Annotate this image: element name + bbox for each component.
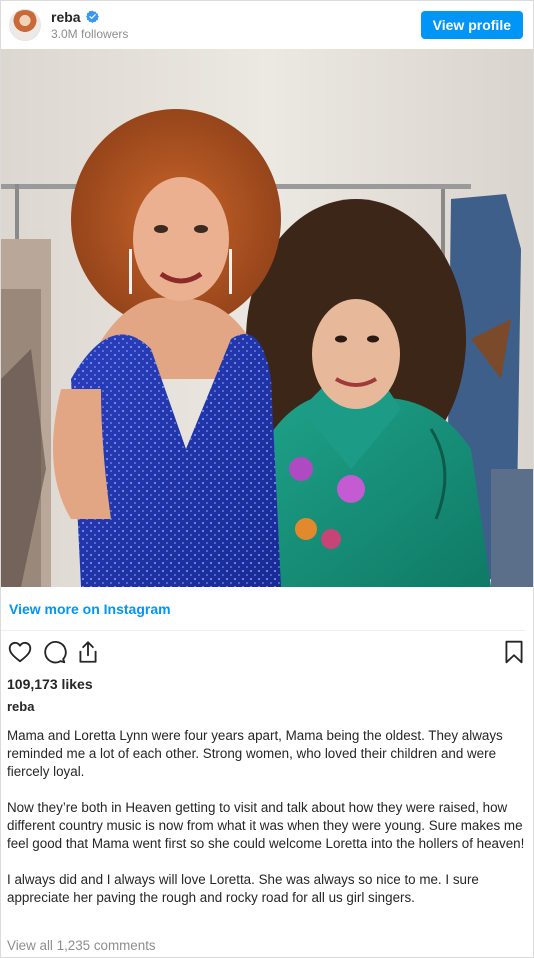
post-header: reba 3.0M followers View profile: [1, 1, 533, 49]
user-info: reba 3.0M followers: [51, 9, 421, 42]
caption-paragraph: Now they’re both in Heaven getting to vi…: [7, 800, 525, 851]
comment-icon[interactable]: [41, 639, 67, 665]
username-row: reba: [51, 9, 421, 25]
share-icon[interactable]: [75, 639, 101, 665]
view-profile-button[interactable]: View profile: [420, 11, 523, 39]
post-photo[interactable]: [1, 49, 533, 587]
username[interactable]: reba: [51, 9, 81, 25]
bookmark-icon[interactable]: [501, 639, 527, 665]
action-bar: [1, 631, 533, 673]
caption-username[interactable]: reba: [1, 695, 533, 721]
caption-paragraph: Mama and Loretta Lynn were four years ap…: [7, 728, 503, 779]
like-count[interactable]: 109,173 likes: [1, 673, 533, 695]
verified-badge-icon: [85, 10, 99, 24]
photo-illustration: [1, 49, 533, 587]
heart-icon[interactable]: [7, 639, 33, 665]
follower-count: 3.0M followers: [51, 26, 129, 41]
view-more-row: View more on Instagram: [1, 587, 525, 631]
view-all-comments-link[interactable]: View all 1,235 comments: [7, 938, 156, 953]
avatar[interactable]: [9, 9, 41, 41]
instagram-embed-card: reba 3.0M followers View profile View mo…: [0, 0, 534, 958]
view-more-on-instagram-link[interactable]: View more on Instagram: [9, 601, 171, 617]
caption-paragraph: I always did and I always will love Lore…: [7, 872, 479, 905]
caption-text: Mama and Loretta Lynn were four years ap…: [1, 721, 533, 907]
